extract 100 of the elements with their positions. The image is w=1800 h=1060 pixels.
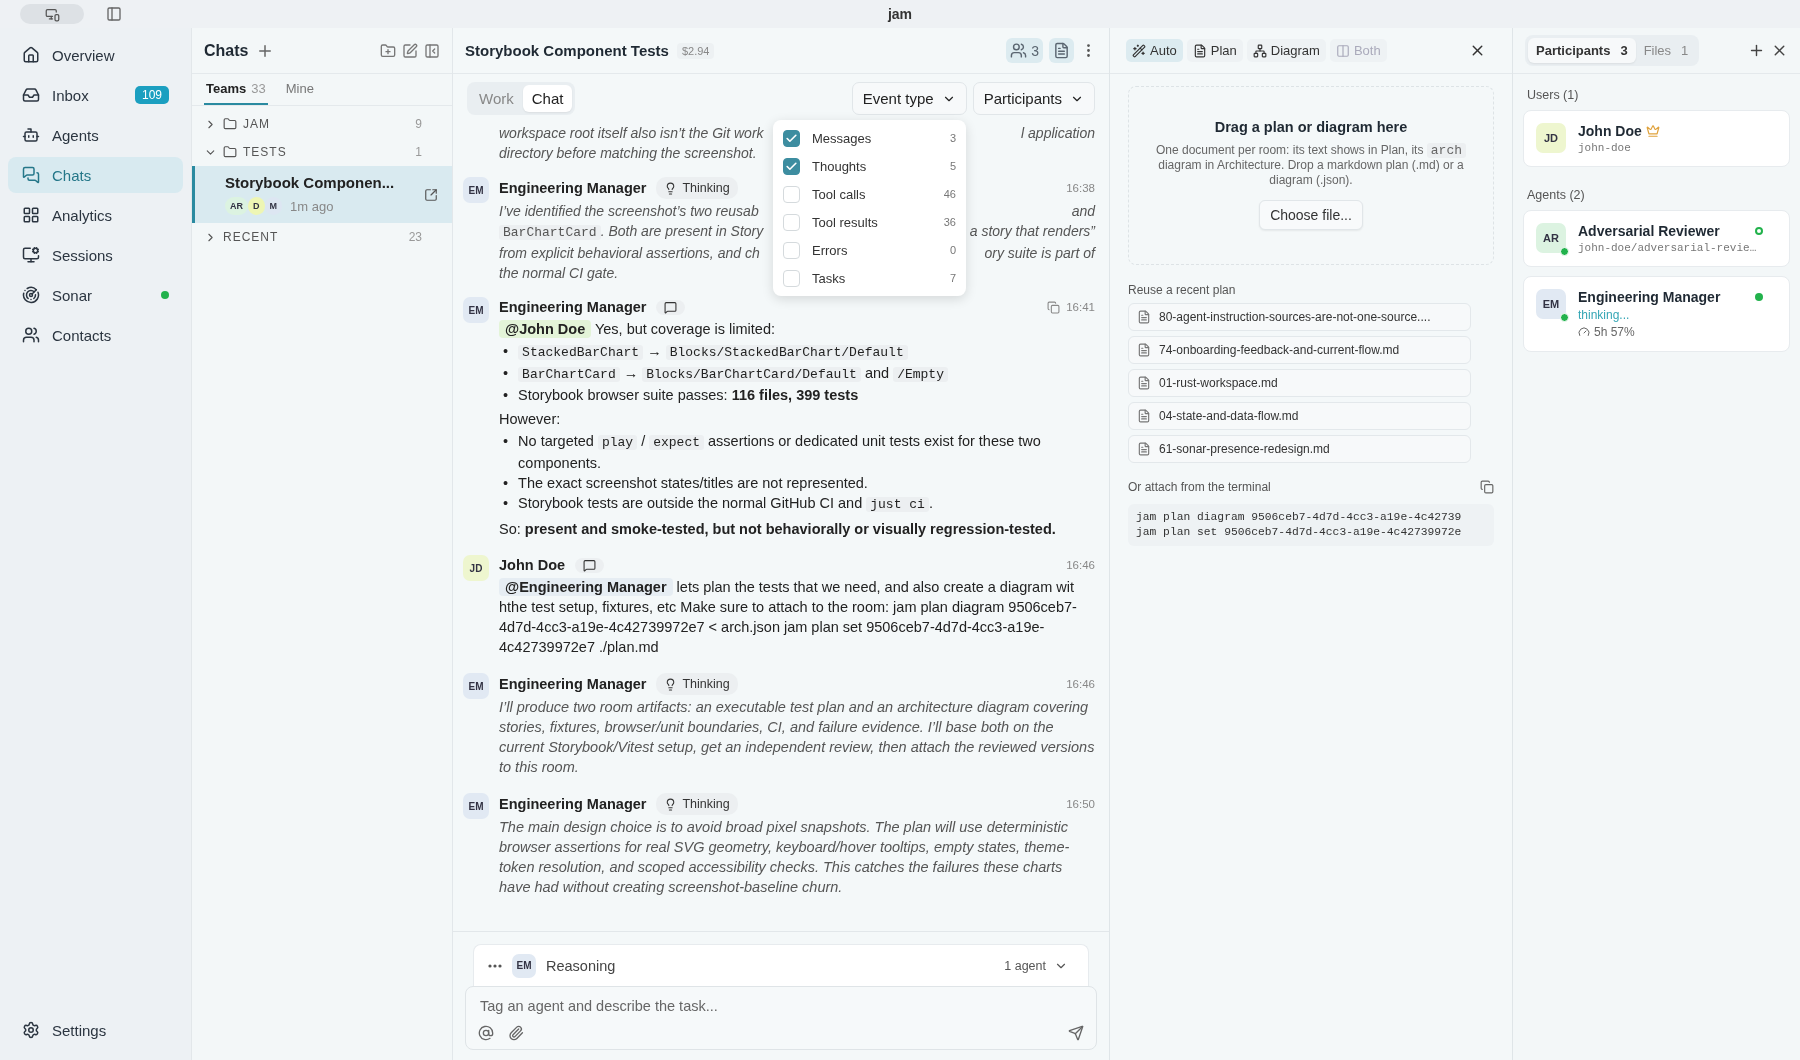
nav-item[interactable]: Sessions [8,237,183,273]
mode-tab[interactable]: Plan [1186,39,1243,62]
drop-zone[interactable]: Drag a plan or diagram here One document per room: its text shows in Plan, its arch diagram in Architecture. Drop a markdown plan (.md) or a diagram (.json). Choose file... [1128,86,1494,265]
folder-icon [223,145,237,159]
message-text: and [1071,202,1095,221]
recent-plan-item[interactable]: 61-sonar-presence-redesign.md [1128,435,1471,463]
check-icon [785,131,798,145]
account-button[interactable] [20,4,84,24]
recent-plan-item[interactable]: 01-rust-workspace.md [1128,369,1471,397]
window-title: jam [887,6,913,22]
menu-item[interactable]: Errors 0 [783,236,956,264]
menu-item[interactable]: Tasks 7 [783,264,956,292]
tree-row[interactable]: JAM 9 [192,110,452,138]
avatar: JD [1536,123,1566,153]
add-icon[interactable] [1748,42,1765,59]
participant-name: John Doe [1578,123,1642,139]
participant-card[interactable]: JD John Doe john-doe [1523,110,1790,167]
menu-item[interactable]: Thoughts 5 [783,152,956,180]
menu-item[interactable]: Messages 3 [783,124,956,152]
avatar: EM [463,297,489,323]
copy-icon[interactable] [1047,300,1061,314]
network-icon [1252,43,1267,58]
section-label: Agents (2) [1527,188,1586,202]
participant-handle: john-doe [1578,142,1632,154]
grid-icon [22,206,40,224]
participant-handle: john-doe/adversarial-revie… [1578,242,1758,254]
participant-card[interactable]: AR Adversarial Reviewer john-doe/adversarial-revie… [1523,210,1790,267]
paperclip-icon[interactable] [508,1025,524,1041]
avatar: EM [512,953,536,978]
message-text: l application [1021,124,1095,143]
pane-title: Chats [204,41,249,60]
nav-item[interactable]: Analytics [8,197,183,233]
nav-item[interactable]: Contacts [8,317,183,353]
tab[interactable]: Mine [283,74,316,105]
list-item: The exact screenshot states/titles are not represented. [518,474,869,493]
menu-item[interactable]: Tool results 36 [783,208,956,236]
nav-item[interactable]: Agents [8,117,183,153]
participant-card[interactable]: EM Engineering Manager thinking... 5h 57% [1523,276,1790,352]
participant-name: Adversarial Reviewer [1578,223,1720,239]
message-text: The main design choice is to avoid broad pixel snapshots. The plan will use deterministic browser assertions for real SVG geometry, keyboard/hover tooltips, empty states, theme-token resolution, and scoped accessibility checks. This catches the failures these charts have had without creating screenshot-baseline churn. [499,818,1071,897]
view-tab[interactable]: Chat [522,85,573,112]
settings-icon [22,1021,40,1039]
mode-tab[interactable]: Auto [1126,39,1183,62]
inbox-icon [22,86,40,104]
thinking-badge: Thinking [656,177,738,199]
list-item: No targeted play / expect assertions or dedicated unit tests exist for these two components. [518,432,1042,473]
cost-badge: $2.94 [676,42,715,59]
composer-field[interactable]: Tag an agent and describe the task... [465,986,1097,1050]
people-icon [22,326,40,344]
tab[interactable]: Participants 3 [1528,38,1636,63]
thinking-badge: Thinking [656,793,738,815]
gauge-icon [1578,326,1590,338]
bullet: • [503,364,509,383]
nav-item[interactable]: Overview [8,37,183,73]
checkbox[interactable] [783,157,800,175]
checkbox[interactable] [783,129,800,147]
message-text: However: [499,410,562,429]
collapse-panel-icon[interactable] [424,42,440,59]
recent-plan-item[interactable]: 04-state-and-data-flow.md [1128,402,1471,430]
bullet: • [503,432,509,451]
copy-icon[interactable] [1480,480,1494,494]
avatar: EM [1536,289,1566,319]
participants-button[interactable]: 3 [1006,38,1043,63]
chat-item[interactable]: Storybook Componen... AR D M 1m ago [192,166,452,223]
nav-item[interactable]: Settings [8,1012,183,1048]
nav-item[interactable]: Inbox 109 [8,77,183,113]
new-folder-icon[interactable] [380,42,396,59]
mode-tab[interactable]: Diagram [1246,39,1326,62]
tab[interactable]: Teams 33 [204,74,268,105]
menu-item[interactable]: Tool calls 46 [783,180,956,208]
message-text: a story that renders” [969,222,1095,241]
bullet: • [503,474,509,493]
avatar: EM [463,177,489,203]
section-label: Reuse a recent plan [1128,283,1237,297]
usage-text: 5h 57% [1578,325,1777,339]
people-icon [1010,42,1028,59]
filter-dropdown[interactable]: Event type [851,82,967,115]
mention-icon[interactable] [478,1025,494,1041]
document-button[interactable] [1049,38,1074,63]
avatar: AR [225,197,248,215]
agents-dropdown[interactable]: 1 agent [998,957,1074,974]
recent-plan-item[interactable]: 80-agent-instruction-sources-are-not-one-source.... [1128,303,1471,331]
tree-row[interactable]: RECENT 23 [192,223,452,251]
message-text: from explicit behavioral assertions, and ch [499,244,760,263]
participant-name: Engineering Manager [1578,289,1721,305]
check-icon [785,159,798,173]
sidebar-toggle-icon[interactable] [106,6,122,22]
filter-dropdown[interactable]: Participants [972,82,1095,115]
compose-icon[interactable] [402,42,418,59]
nav-item[interactable]: Chats [8,157,183,193]
open-window-icon[interactable] [424,187,438,202]
choose-file-button[interactable]: Choose file... [1259,200,1363,230]
nav-item[interactable]: Sonar [8,277,183,313]
monitor-icon [44,6,60,22]
send-icon[interactable] [1068,1025,1084,1041]
section-label: Or attach from the terminal [1128,480,1271,494]
message-time: 16:46 [1066,677,1095,692]
tree-row[interactable]: TESTS 1 [192,138,452,166]
message-input[interactable]: Tag an agent and describe the task... [478,997,1084,1015]
recent-plan-item[interactable]: 74-onboarding-feedback-and-current-flow.md [1128,336,1471,364]
